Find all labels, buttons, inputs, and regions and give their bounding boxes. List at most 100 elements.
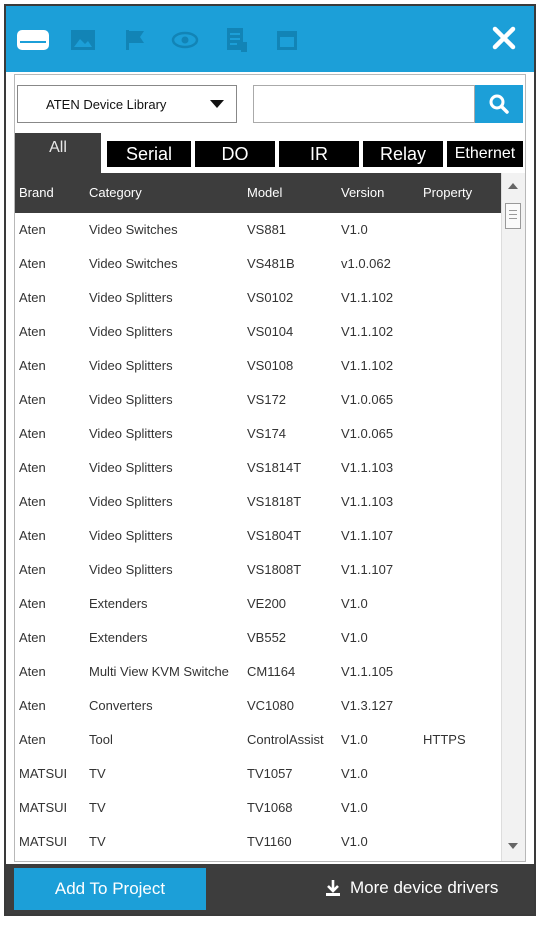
- cell-category: Video Splitters: [89, 528, 173, 543]
- scroll-up-icon[interactable]: [508, 183, 518, 189]
- cell-model: VS881: [247, 222, 287, 237]
- cell-category: Extenders: [89, 596, 148, 611]
- search-button[interactable]: [475, 85, 523, 123]
- cell-version: V1.1.103: [341, 494, 394, 509]
- tab-serial[interactable]: Serial: [107, 141, 191, 167]
- cell-category: Video Splitters: [89, 562, 173, 577]
- table-row[interactable]: Aten Video Splitters VS174 V1.0.065: [15, 417, 501, 451]
- cell-category: Tool: [89, 732, 113, 747]
- cell-version: V1.0: [341, 766, 368, 781]
- table-row[interactable]: Aten Video Splitters VS1808T V1.1.107: [15, 553, 501, 587]
- column-header-model[interactable]: Model: [247, 185, 282, 200]
- column-header-brand[interactable]: Brand: [19, 185, 54, 200]
- flag-icon[interactable]: [116, 22, 154, 58]
- title-bar: [6, 6, 534, 72]
- cell-brand: Aten: [19, 494, 46, 509]
- table-row[interactable]: Aten Video Splitters VS172 V1.0.065: [15, 383, 501, 417]
- table-header: Brand Category Model Version Property: [15, 173, 501, 213]
- cell-model: VS174: [247, 426, 287, 441]
- table-row[interactable]: Aten Video Splitters VS0108 V1.1.102: [15, 349, 501, 383]
- document-icon[interactable]: [218, 22, 256, 58]
- tab-all[interactable]: All: [15, 133, 101, 173]
- cell-category: Video Splitters: [89, 392, 173, 407]
- cell-category: Video Splitters: [89, 358, 173, 373]
- cell-brand: Aten: [19, 222, 46, 237]
- cell-model: VS1814T: [247, 460, 302, 475]
- cell-property: HTTPS: [423, 732, 466, 747]
- cell-model: VS1818T: [247, 494, 302, 509]
- table-row[interactable]: Aten Video Splitters VS0104 V1.1.102: [15, 315, 501, 349]
- filter-tabs: All Serial DO IR Relay Ethernet: [15, 133, 525, 173]
- cell-category: Video Switches: [89, 256, 178, 271]
- cell-model: TV1068: [247, 800, 293, 815]
- library-select[interactable]: ATEN Device Library: [17, 85, 237, 123]
- cell-category: Converters: [89, 698, 153, 713]
- cell-model: VS0108: [247, 358, 294, 373]
- table-row[interactable]: Aten Video Switches VS481B v1.0.062: [15, 247, 501, 281]
- cell-brand: Aten: [19, 732, 46, 747]
- cell-category: Video Splitters: [89, 324, 173, 339]
- cell-brand: Aten: [19, 664, 46, 679]
- cell-brand: MATSUI: [19, 800, 68, 815]
- cell-model: VS481B: [247, 256, 295, 271]
- add-to-project-button[interactable]: Add To Project: [14, 868, 206, 910]
- close-icon[interactable]: [486, 20, 522, 56]
- column-header-category[interactable]: Category: [89, 185, 142, 200]
- scroll-down-icon[interactable]: [508, 843, 518, 849]
- cell-brand: Aten: [19, 460, 46, 475]
- chevron-down-icon: [210, 100, 224, 108]
- cell-model: VS1808T: [247, 562, 302, 577]
- more-device-drivers-link[interactable]: More device drivers: [324, 878, 498, 898]
- cell-version: V1.0: [341, 630, 368, 645]
- table-row[interactable]: MATSUI TV TV1057 V1.0: [15, 757, 501, 791]
- tab-ethernet[interactable]: Ethernet: [447, 141, 523, 167]
- calendar-icon[interactable]: [268, 22, 306, 58]
- tab-ir[interactable]: IR: [279, 141, 359, 167]
- cell-category: Extenders: [89, 630, 148, 645]
- cell-brand: Aten: [19, 562, 46, 577]
- cell-model: VS1804T: [247, 528, 302, 543]
- column-header-property[interactable]: Property: [423, 185, 472, 200]
- cell-brand: Aten: [19, 392, 46, 407]
- cell-brand: Aten: [19, 358, 46, 373]
- table-row[interactable]: Aten Video Splitters VS1818T V1.1.103: [15, 485, 501, 519]
- tab-do[interactable]: DO: [195, 141, 275, 167]
- cell-model: CM1164: [247, 664, 296, 679]
- more-device-drivers-label: More device drivers: [350, 878, 499, 897]
- device-icon[interactable]: [14, 22, 52, 58]
- cell-model: VE200: [247, 596, 287, 611]
- vertical-scrollbar[interactable]: [501, 173, 525, 861]
- scroll-thumb[interactable]: [505, 203, 521, 229]
- library-content: ATEN Device Library All Serial DO IR Rel…: [14, 74, 526, 862]
- table-row[interactable]: Aten Video Splitters VS1804T V1.1.107: [15, 519, 501, 553]
- table-row[interactable]: Aten Video Switches VS881 V1.0: [15, 213, 501, 247]
- table-row[interactable]: Aten Multi View KVM Switche CM1164 V1.1.105: [15, 655, 501, 689]
- device-library-panel: ATEN Device Library All Serial DO IR Rel…: [4, 4, 536, 916]
- table-row[interactable]: Aten Video Splitters VS1814T V1.1.103: [15, 451, 501, 485]
- eye-icon[interactable]: [166, 22, 204, 58]
- cell-version: V1.1.102: [341, 290, 394, 305]
- image-icon[interactable]: [64, 22, 102, 58]
- table-row[interactable]: Aten Converters VC1080 V1.3.127: [15, 689, 501, 723]
- cell-model: VC1080: [247, 698, 294, 713]
- cell-brand: Aten: [19, 290, 46, 305]
- cell-category: TV: [89, 766, 106, 781]
- table-row[interactable]: Aten Extenders VB552 V1.0: [15, 621, 501, 655]
- table-row[interactable]: Aten Tool ControlAssist V1.0 HTTPS: [15, 723, 501, 757]
- column-header-version[interactable]: Version: [341, 185, 384, 200]
- tab-relay[interactable]: Relay: [363, 141, 443, 167]
- download-icon: [326, 880, 340, 896]
- cell-version: V1.0: [341, 800, 368, 815]
- table-row[interactable]: MATSUI TV TV1068 V1.0: [15, 791, 501, 825]
- table-row[interactable]: MATSUI TV TV1160 V1.0: [15, 825, 501, 859]
- cell-category: Video Splitters: [89, 460, 173, 475]
- table-row[interactable]: Aten Extenders VE200 V1.0: [15, 587, 501, 621]
- table-row[interactable]: Aten Video Splitters VS0102 V1.1.102: [15, 281, 501, 315]
- cell-version: v1.0.062: [341, 256, 391, 271]
- cell-version: V1.3.127: [341, 698, 394, 713]
- cell-brand: Aten: [19, 698, 46, 713]
- search-input[interactable]: [253, 85, 475, 123]
- cell-version: V1.0: [341, 596, 368, 611]
- cell-version: V1.0.065: [341, 426, 394, 441]
- cell-brand: Aten: [19, 324, 46, 339]
